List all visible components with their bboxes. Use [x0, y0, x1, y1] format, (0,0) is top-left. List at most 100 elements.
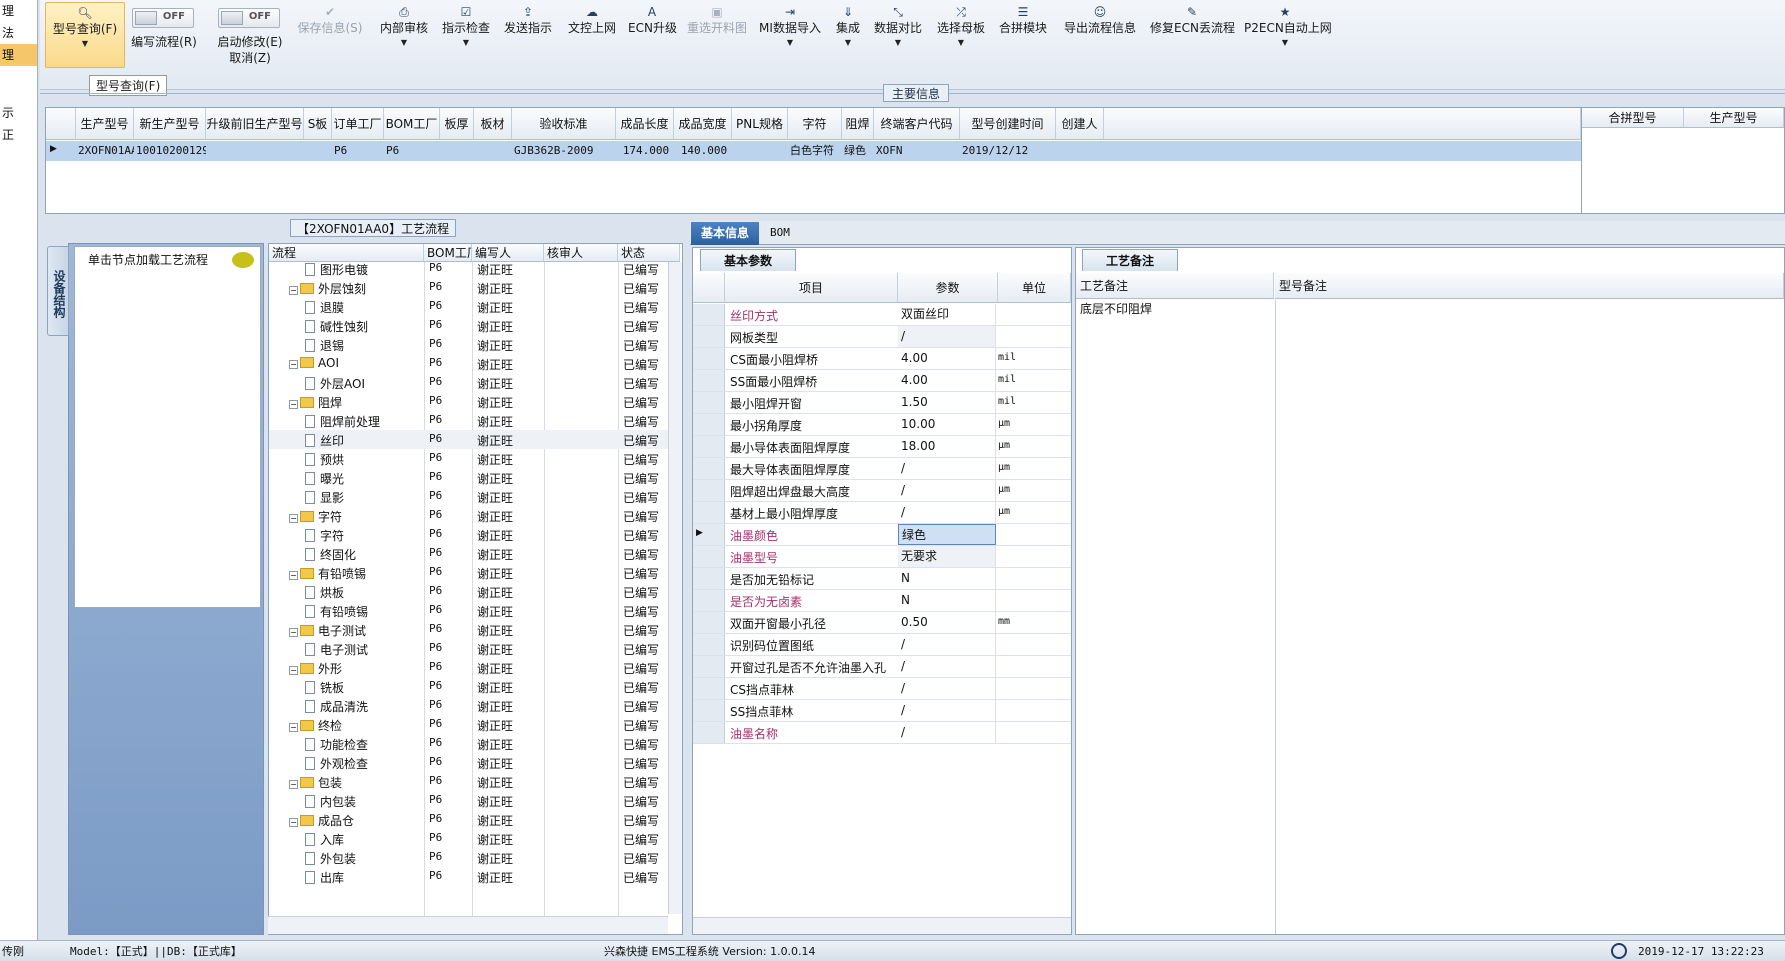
param-value[interactable]: N [898, 568, 996, 589]
merge-module-button[interactable]: ☰ 合拼模块 [997, 4, 1049, 36]
doc-online-button[interactable]: ☁ 文控上网 [566, 4, 618, 36]
params-row[interactable]: 开窗过孔是否不允许油墨入孔 / [693, 656, 1071, 678]
param-value[interactable]: 18.00 [898, 436, 996, 457]
left-nav-item[interactable]: 正 [0, 124, 37, 146]
grid-cell[interactable]: 白色字符 [788, 141, 842, 161]
grid-cell[interactable]: 2019/12/12 [960, 141, 1056, 161]
param-value[interactable]: 0.50 [898, 612, 996, 633]
params-row[interactable]: 油墨型号 无要求 [693, 546, 1071, 568]
tree-row[interactable]: − 阻焊 P6 谢正旺 已编写 [269, 392, 681, 411]
param-value[interactable]: / [898, 722, 996, 743]
params-row[interactable]: 最大导体表面阻焊厚度 / μm [693, 458, 1071, 480]
tree-row[interactable]: 外层AOI P6 谢正旺 已编写 [269, 373, 681, 392]
grid-cell[interactable]: 174.000 [616, 141, 674, 161]
params-row[interactable]: 油墨名称 / [693, 722, 1071, 744]
tree-row[interactable]: 丝印 P6 谢正旺 已编写 [269, 430, 681, 449]
tree-row[interactable]: 出库 P6 谢正旺 已编写 [269, 867, 681, 886]
params-horizontal-scrollbar[interactable] [693, 917, 1071, 934]
tree-row[interactable]: 入库 P6 谢正旺 已编写 [269, 829, 681, 848]
grid-cell[interactable]: 2XOFN01AA0 [76, 141, 134, 161]
params-row[interactable]: 网板类型 / [693, 326, 1071, 348]
tree-node-name[interactable]: − 外层蚀刻 [289, 280, 423, 297]
col-header[interactable]: 板厚 [440, 108, 474, 140]
param-value[interactable]: 双面丝印 [898, 304, 996, 325]
col-header[interactable]: 板材 [474, 108, 512, 140]
col-header[interactable]: 字符 [788, 108, 842, 140]
tree-row[interactable]: − AOI P6 谢正旺 已编写 [269, 354, 681, 373]
left-nav-item[interactable]: 理 [0, 0, 37, 22]
collapse-icon[interactable]: − [289, 400, 298, 409]
instruction-check-button[interactable]: ☑ 指示检查 ▼ [440, 4, 492, 50]
grid-cell[interactable]: GJB362B-2009 [512, 141, 616, 161]
param-value[interactable]: 无要求 [898, 546, 996, 567]
tree-node-name[interactable]: 外观检查 [305, 755, 423, 772]
tree-node-name[interactable]: − 电子测试 [289, 622, 423, 639]
params-row[interactable]: 最小导体表面阻焊厚度 18.00 μm [693, 436, 1071, 458]
params-row[interactable]: CS面最小阻焊桥 4.00 mil [693, 348, 1071, 370]
collapse-icon[interactable]: − [289, 571, 298, 580]
param-value[interactable]: / [898, 480, 996, 501]
tree-node-name[interactable]: 预烘 [305, 451, 423, 468]
param-value[interactable]: 4.00 [898, 348, 996, 369]
left-nav-item[interactable]: 法 [0, 22, 37, 44]
integrate-button[interactable]: ⇓ 集成 ▼ [832, 4, 864, 50]
tree-row[interactable]: 电子测试 P6 谢正旺 已编写 [269, 639, 681, 658]
tree-row[interactable]: 功能检查 P6 谢正旺 已编写 [269, 734, 681, 753]
save-info-button[interactable]: ✔ 保存信息(S) [296, 4, 364, 36]
params-row[interactable]: 阻焊超出焊盘最大高度 / μm [693, 480, 1071, 502]
tree-node-name[interactable]: 图形电镀 [305, 261, 423, 278]
select-motherboard-button[interactable]: ⤮ 选择母板 ▼ [935, 4, 987, 50]
tree-row[interactable]: 有铅喷锡 P6 谢正旺 已编写 [269, 601, 681, 620]
param-value[interactable]: 10.00 [898, 414, 996, 435]
params-col-header[interactable]: 项目 [725, 273, 898, 303]
col-header[interactable]: 订单工厂 [332, 108, 384, 140]
tree-row[interactable]: 字符 P6 谢正旺 已编写 [269, 525, 681, 544]
grid-cell[interactable]: XOFN [874, 141, 960, 161]
param-value[interactable]: / [898, 700, 996, 721]
tree-row[interactable]: 成品清洗 P6 谢正旺 已编写 [269, 696, 681, 715]
edit-flow-toggle[interactable]: OFF [132, 8, 194, 28]
params-row[interactable]: 识别码位置图纸 / [693, 634, 1071, 656]
tree-row[interactable]: 曝光 P6 谢正旺 已编写 [269, 468, 681, 487]
params-row[interactable]: SS挡点菲林 / [693, 700, 1071, 722]
col-header[interactable]: 成品宽度 [674, 108, 732, 140]
tree-node-name[interactable]: 内包装 [305, 793, 423, 810]
grid-cell[interactable]: 140.000 [674, 141, 732, 161]
export-flow-button[interactable]: ☺ 导出流程信息 [1062, 4, 1138, 36]
tree-row[interactable]: − 字符 P6 谢正旺 已编写 [269, 506, 681, 525]
params-row[interactable]: 丝印方式 双面丝印 [693, 304, 1071, 326]
params-row[interactable]: ▶ 油墨颜色 绿色 [693, 524, 1071, 546]
tree-vertical-scrollbar[interactable] [668, 262, 682, 914]
tree-node-name[interactable]: 字符 [305, 527, 423, 544]
tree-horizontal-scrollbar[interactable] [268, 916, 668, 934]
params-row[interactable]: 是否为无卤素 N [693, 590, 1071, 612]
repair-ecn-button[interactable]: ✎ 修复ECN丢流程 [1150, 4, 1235, 36]
reselect-cutting-button[interactable]: ▣ 重选开料图 [686, 4, 748, 36]
col-header[interactable]: PNL规格 [732, 108, 788, 140]
tree-row[interactable]: 内包装 P6 谢正旺 已编写 [269, 791, 681, 810]
tree-node-name[interactable]: 外层AOI [305, 375, 423, 392]
tree-row[interactable]: − 电子测试 P6 谢正旺 已编写 [269, 620, 681, 639]
send-instruction-button[interactable]: ⇪ 发送指示 [502, 4, 554, 36]
param-value[interactable]: / [898, 326, 996, 347]
param-value[interactable]: N [898, 590, 996, 611]
collapse-icon[interactable]: − [289, 360, 298, 369]
col-header[interactable]: 生产型号 [76, 108, 134, 140]
collapse-icon[interactable]: − [289, 286, 298, 295]
tree-row[interactable]: 外包装 P6 谢正旺 已编写 [269, 848, 681, 867]
col-header[interactable]: BOM工厂 [384, 108, 440, 140]
tree-node-name[interactable]: 功能检查 [305, 736, 423, 753]
col-header[interactable]: 升级前旧生产型号 [206, 108, 304, 140]
grid-cell[interactable]: P6 [384, 141, 440, 161]
tab-process-notes[interactable]: 工艺备注 [1082, 249, 1178, 271]
tree-node-name[interactable]: 入库 [305, 831, 423, 848]
tree-node-name[interactable]: 出库 [305, 869, 423, 886]
data-compare-button[interactable]: ⤡ 数据对比 ▼ [872, 4, 924, 50]
params-row[interactable]: 双面开窗最小孔径 0.50 mm [693, 612, 1071, 634]
tab-equipment-structure[interactable]: 设备结构 [47, 246, 69, 336]
tree-row[interactable]: 退膜 P6 谢正旺 已编写 [269, 297, 681, 316]
collapse-icon[interactable]: − [289, 628, 298, 637]
tree-row[interactable]: 图形电镀 P6 谢正旺 已编写 [269, 259, 681, 278]
tree-row[interactable]: 外观检查 P6 谢正旺 已编写 [269, 753, 681, 772]
tree-node-name[interactable]: 终固化 [305, 546, 423, 563]
